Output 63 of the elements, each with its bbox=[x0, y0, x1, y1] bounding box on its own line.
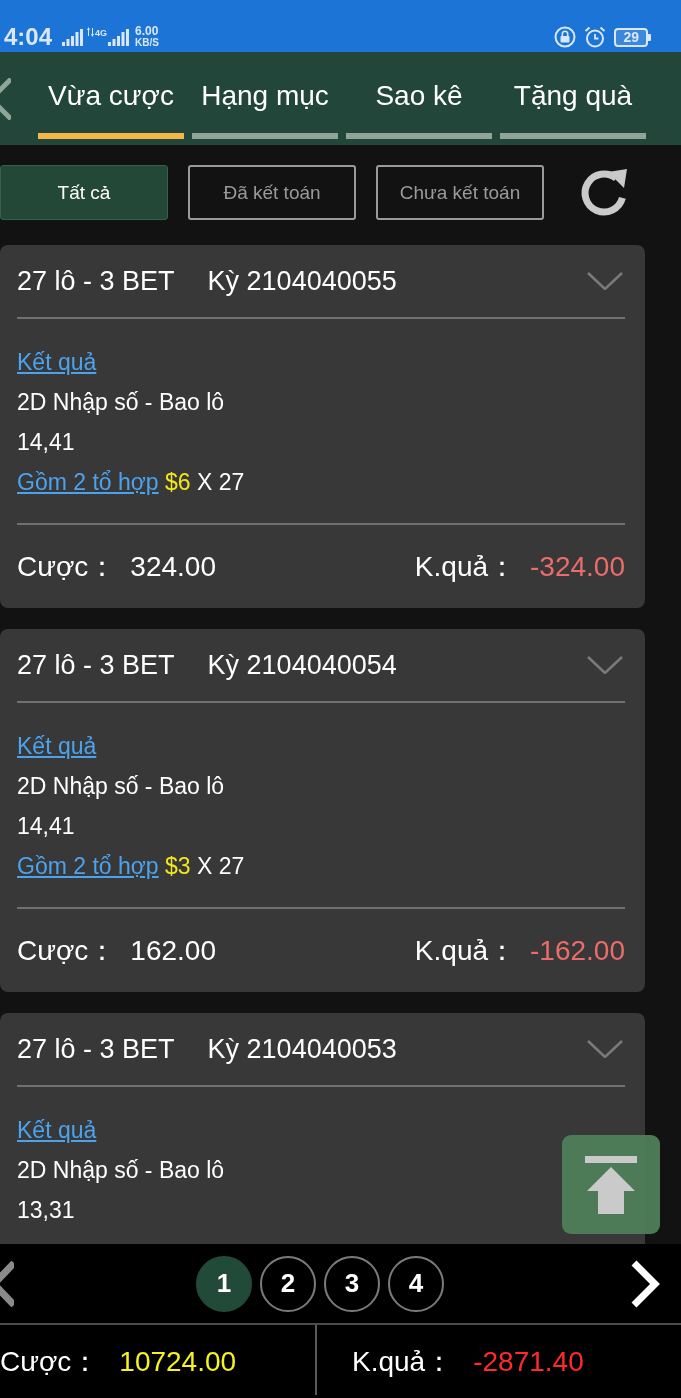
page-button[interactable]: 2 bbox=[260, 1255, 316, 1312]
rotation-lock-icon bbox=[554, 26, 577, 48]
bet-numbers-text: 13,31 bbox=[17, 1197, 75, 1223]
total-stake-label: Cược： bbox=[0, 1344, 100, 1379]
result-label: K.quả： bbox=[414, 933, 517, 968]
game-type-text: 2D Nhập số - Bao lô bbox=[17, 773, 225, 799]
draw-period: Kỳ 2104040054 bbox=[207, 649, 397, 681]
chevron-left-icon[interactable] bbox=[0, 1260, 14, 1307]
refresh-icon[interactable] bbox=[579, 167, 629, 218]
draw-period: Kỳ 2104040055 bbox=[207, 265, 397, 297]
combinations-link[interactable]: Gồm 2 tổ hợp bbox=[17, 853, 159, 879]
page-button[interactable]: 1 bbox=[196, 1255, 252, 1312]
bet-title: 27 lô - 3 BET bbox=[17, 649, 175, 681]
tab[interactable]: Hạng mục bbox=[192, 70, 338, 139]
tab[interactable]: Tặng quà bbox=[500, 70, 646, 139]
game-type-text: 2D Nhập số - Bao lô bbox=[17, 1157, 225, 1183]
scroll-to-top-button[interactable] bbox=[562, 1135, 660, 1234]
total-result-label: K.quả： bbox=[352, 1344, 454, 1379]
bet-numbers-text: 14,41 bbox=[17, 813, 75, 839]
filter-button[interactable]: Chưa kết toán bbox=[376, 165, 544, 220]
tab[interactable]: Sao kê bbox=[346, 70, 492, 139]
draw-period: Kỳ 2104040053 bbox=[207, 1033, 397, 1065]
stake-amount: 162.00 bbox=[130, 934, 216, 967]
bet-numbers-text: 14,41 bbox=[17, 429, 75, 455]
network-speed-text: 6.00 bbox=[135, 26, 159, 37]
network-type-text: 4G bbox=[95, 28, 108, 38]
result-link[interactable]: Kết quả bbox=[17, 1117, 97, 1143]
unit-stake-text: $6 bbox=[165, 469, 191, 495]
chevron-down-icon[interactable] bbox=[587, 656, 623, 674]
multiplier-text: X 27 bbox=[197, 469, 245, 495]
unit-stake-text: $3 bbox=[165, 853, 191, 879]
chevron-down-icon[interactable] bbox=[587, 272, 623, 290]
game-type-text: 2D Nhập số - Bao lô bbox=[17, 389, 225, 415]
bet-title: 27 lô - 3 BET bbox=[17, 1033, 175, 1065]
stake-label: Cược： bbox=[17, 549, 117, 584]
filter-button[interactable]: Tất cả bbox=[0, 165, 168, 220]
filter-button[interactable]: Đã kết toán bbox=[188, 165, 356, 220]
multiplier-text: X 27 bbox=[197, 853, 245, 879]
result-link[interactable]: Kết quả bbox=[17, 733, 97, 759]
combinations-link[interactable]: Gồm 2 tổ hợp bbox=[17, 469, 159, 495]
total-result-amount: -2871.40 bbox=[473, 1345, 584, 1378]
chevron-down-icon[interactable] bbox=[587, 1040, 623, 1058]
data-arrows-icon bbox=[87, 27, 95, 37]
signal-icon bbox=[62, 28, 84, 46]
bet-title: 27 lô - 3 BET bbox=[17, 265, 175, 297]
result-label: K.quả： bbox=[414, 549, 517, 584]
tab[interactable]: Vừa cược bbox=[38, 70, 184, 139]
page-button[interactable]: 4 bbox=[388, 1255, 444, 1312]
battery-indicator: 29 bbox=[614, 27, 651, 47]
chevron-right-icon[interactable] bbox=[630, 1259, 660, 1308]
total-stake-amount: 10724.00 bbox=[119, 1345, 237, 1378]
stake-amount: 324.00 bbox=[130, 550, 216, 583]
speed-unit-text: KB/S bbox=[135, 37, 159, 48]
stake-label: Cược： bbox=[17, 933, 117, 968]
page-button[interactable]: 3 bbox=[324, 1255, 380, 1312]
alarm-icon bbox=[584, 26, 607, 48]
arrow-up-to-bar-icon bbox=[585, 1155, 637, 1214]
clock-time: 4:04 bbox=[4, 23, 53, 51]
result-link[interactable]: Kết quả bbox=[17, 349, 97, 375]
result-amount: -324.00 bbox=[530, 550, 625, 583]
chevron-left-icon[interactable] bbox=[0, 78, 11, 120]
signal-icon bbox=[108, 28, 130, 46]
result-amount: -162.00 bbox=[530, 934, 625, 967]
